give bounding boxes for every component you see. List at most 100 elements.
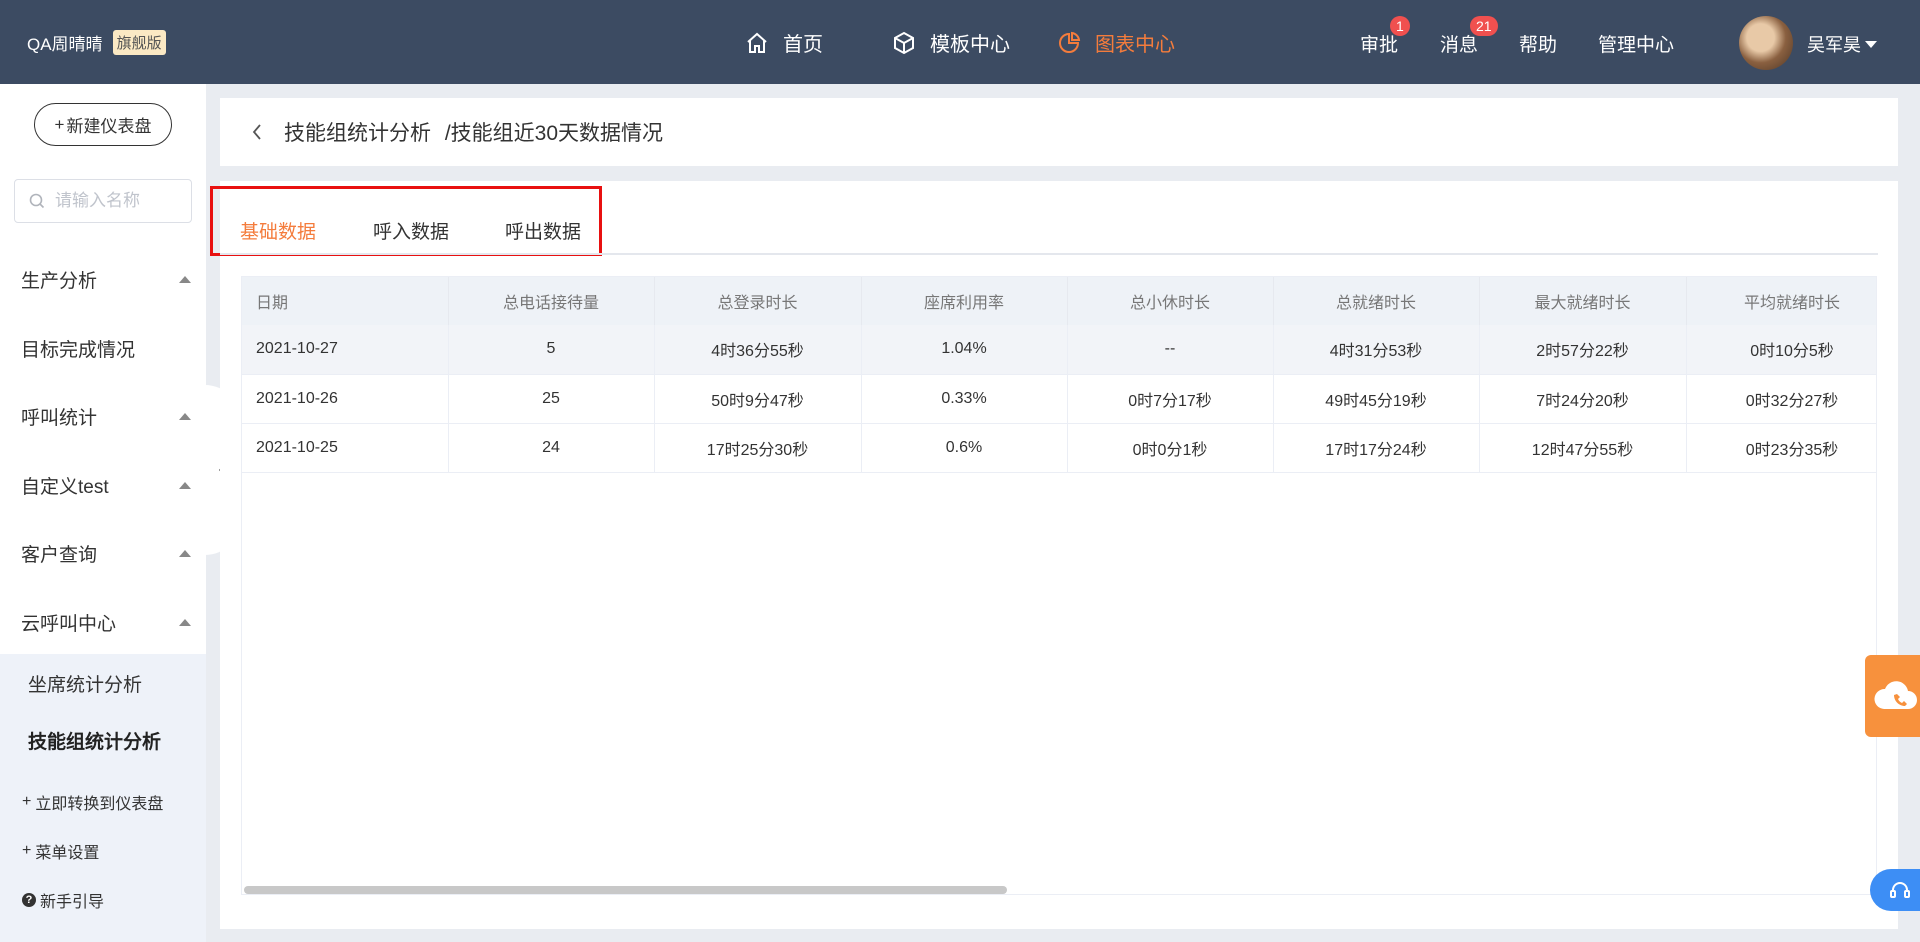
table-cell: 5 [448,325,655,375]
triangle-up-icon [179,276,191,283]
beginner-guide-link[interactable]: ? 新手引导 [22,888,104,912]
approve-count-badge: 1 [1390,16,1410,36]
admin-center-link[interactable]: 管理中心 [1598,30,1674,57]
table-row[interactable]: 2021-10-27 5 4时36分55秒 1.04% -- 4时31分53秒 … [242,325,1876,375]
question-circle-icon: ? [22,893,36,907]
table-cell: 0时23分35秒 [1686,423,1876,473]
avatar[interactable] [1739,16,1793,70]
approve-label: 审批 [1360,35,1399,56]
data-table-container: 日期 总电话接待量 总登录时长 座席利用率 总小休时长 总就绪时长 最大就绪时长… [241,276,1877,895]
table-cell: 4时36分55秒 [654,325,862,375]
plus-icon: + [22,793,32,810]
horizontal-scrollbar[interactable] [244,886,1007,894]
brand[interactable]: QA周晴晴 旗舰版 [27,30,166,55]
sidebar-item-goal-completion[interactable]: 目标完成情况 [21,335,191,362]
cloud-call-center-submenu: 坐席统计分析 技能组统计分析 + 立即转换到仪表盘 + 菜单设置 ? 新手引导 [0,654,206,942]
customer-service-button[interactable] [1870,869,1920,911]
table-cell: 24 [448,423,655,473]
messages-link[interactable]: 消息 21 [1440,16,1498,57]
sidebar-item-skill-group-stats[interactable]: 技能组统计分析 [28,727,161,754]
sidebar-item-customer-query[interactable]: 客户查询 [21,540,191,567]
table-cell: 2021-10-27 [242,325,449,375]
column-header[interactable]: 最大就绪时长 [1479,277,1687,325]
table-cell: 0.6% [861,423,1068,473]
sidebar-item-label: 呼叫统计 [21,408,98,429]
report-card: 基础数据 呼入数据 呼出数据 日期 总电话接待量 总登录时长 座席利用率 总小休… [210,181,1898,929]
convert-to-dashboard-link[interactable]: + 立即转换到仪表盘 [22,790,163,814]
caret-down-icon [1865,40,1877,48]
table-header-row: 日期 总电话接待量 总登录时长 座席利用率 总小休时长 总就绪时长 最大就绪时长… [242,277,1876,325]
top-nav-bar: QA周晴晴 旗舰版 首页 模板中心 图表中心 审批 1 消息 21 帮助 管理中… [0,0,1920,84]
brand-name: QA周晴晴 [27,35,103,54]
column-header[interactable]: 平均就绪时长 [1686,277,1876,325]
back-chevron-icon[interactable] [250,122,264,142]
column-header[interactable]: 总电话接待量 [448,277,655,325]
nav-home-label: 首页 [783,34,823,56]
sidebar-search-input[interactable] [55,191,185,211]
sidebar-item-label: 云呼叫中心 [21,614,117,635]
table-cell: 49时45分19秒 [1273,374,1480,424]
column-header[interactable]: 日期 [242,277,449,325]
cloud-phone-icon [1874,681,1917,709]
edition-badge: 旗舰版 [112,30,166,55]
triangle-up-icon [179,619,191,626]
username: 吴军昊 [1807,35,1861,55]
table-cell: 2021-10-26 [242,374,449,424]
sidebar-item-label: 目标完成情况 [21,340,136,361]
help-link[interactable]: 帮助 [1519,30,1557,57]
triangle-up-icon [179,550,191,557]
column-header[interactable]: 座席利用率 [861,277,1068,325]
pie-chart-icon [1059,31,1081,53]
user-menu[interactable]: 吴军昊 [1807,31,1877,57]
table-cell: 0时7分17秒 [1067,374,1274,424]
nav-template-center-label: 模板中心 [930,34,1010,56]
column-header[interactable]: 总小休时长 [1067,277,1274,325]
sidebar-item-production-analysis[interactable]: 生产分析 [21,266,191,293]
table-cell: 2021-10-25 [242,423,449,473]
table-cell: 25 [448,374,655,424]
cloud-call-button[interactable] [1865,655,1920,737]
convert-label: 立即转换到仪表盘 [35,796,164,813]
sidebar-item-call-statistics[interactable]: 呼叫统计 [21,403,191,430]
tab-outbound-data[interactable]: 呼出数据 [505,217,581,244]
sidebar-item-label: 客户查询 [21,545,98,566]
messages-label: 消息 [1440,35,1479,56]
tabs-underline [220,253,1878,255]
table-cell: 50时9分47秒 [654,374,862,424]
nav-chart-center-label: 图表中心 [1095,34,1175,56]
nav-template-center[interactable]: 模板中心 [892,28,1010,57]
triangle-up-icon [179,482,191,489]
search-icon [29,193,45,209]
menu-settings-link[interactable]: + 菜单设置 [22,839,99,863]
sidebar-item-cloud-call-center[interactable]: 云呼叫中心 [21,609,191,636]
triangle-up-icon [179,413,191,420]
table-cell: 17时17分24秒 [1273,423,1480,473]
page-title: 技能组统计分析 [284,122,431,145]
data-table: 日期 总电话接待量 总登录时长 座席利用率 总小休时长 总就绪时长 最大就绪时长… [242,277,1876,473]
nav-home[interactable]: 首页 [745,28,823,57]
sidebar-item-custom-test[interactable]: 自定义test [21,472,191,499]
table-cell: 0时10分5秒 [1686,325,1876,375]
table-cell: 7时24分20秒 [1479,374,1687,424]
nav-chart-center[interactable]: 图表中心 [1057,28,1175,57]
table-cell: 4时31分53秒 [1273,325,1480,375]
table-cell: 0时32分27秒 [1686,374,1876,424]
plus-icon: + [22,842,32,859]
tab-basic-data[interactable]: 基础数据 [240,217,316,244]
sidebar-item-label: 自定义test [21,477,109,498]
home-icon [747,32,767,53]
plus-icon: + [54,114,65,134]
new-dashboard-button[interactable]: + 新建仪表盘 [34,103,172,146]
table-row[interactable]: 2021-10-26 25 50时9分47秒 0.33% 0时7分17秒 49时… [242,374,1876,424]
table-cell: 0.33% [861,374,1068,424]
column-header[interactable]: 总就绪时长 [1273,277,1480,325]
sidebar: + 新建仪表盘 生产分析 目标完成情况 呼叫统计 自定义test 客户查询 云呼… [0,84,206,942]
table-cell: 12时47分55秒 [1479,423,1687,473]
table-row[interactable]: 2021-10-25 24 17时25分30秒 0.6% 0时0分1秒 17时1… [242,423,1876,473]
tab-inbound-data[interactable]: 呼入数据 [373,217,449,244]
sidebar-search [14,179,192,223]
cube-icon [894,31,914,54]
approve-link[interactable]: 审批 1 [1360,16,1410,57]
sidebar-item-agent-stats[interactable]: 坐席统计分析 [28,670,142,697]
column-header[interactable]: 总登录时长 [654,277,862,325]
